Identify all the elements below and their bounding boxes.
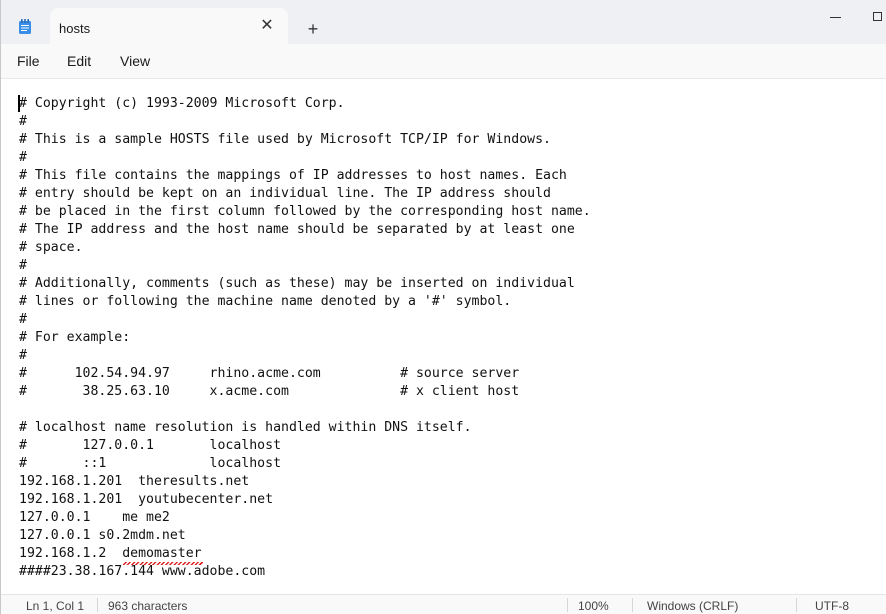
cursor-position: Ln 1, Col 1 bbox=[26, 599, 85, 613]
editor-line: # be placed in the first column followed… bbox=[19, 204, 591, 219]
editor-line: # bbox=[19, 348, 27, 363]
editor-line: # This file contains the mappings of IP … bbox=[19, 168, 567, 183]
editor-line: # ::1 localhost bbox=[19, 456, 282, 471]
editor-line: # entry should be kept on an individual … bbox=[19, 186, 551, 201]
editor-line: # space. bbox=[19, 240, 83, 255]
menu-edit[interactable]: Edit bbox=[67, 53, 91, 69]
notepad-icon bbox=[19, 19, 31, 34]
tab-title: hosts bbox=[59, 21, 91, 36]
editor-line: # lines or following the machine name de… bbox=[19, 294, 512, 309]
zoom-level[interactable]: 100% bbox=[578, 599, 609, 613]
editor-line: # Additionally, comments (such as these)… bbox=[19, 276, 575, 291]
spell-error-underline bbox=[123, 562, 203, 565]
encoding[interactable]: UTF-8 bbox=[815, 599, 849, 613]
editor-line: # bbox=[19, 258, 27, 273]
notepad-window: hosts ✕ + File Edit View # Copyright (c)… bbox=[0, 0, 886, 614]
status-divider bbox=[796, 598, 797, 612]
text-editor[interactable]: # Copyright (c) 1993-2009 Microsoft Corp… bbox=[1, 79, 886, 593]
line-ending[interactable]: Windows (CRLF) bbox=[647, 599, 738, 613]
menu-bar: File Edit View bbox=[1, 44, 886, 79]
maximize-icon[interactable] bbox=[873, 12, 882, 21]
editor-line: # 102.54.94.97 rhino.acme.com # source s… bbox=[19, 366, 520, 381]
editor-line: # bbox=[19, 150, 27, 165]
editor-line: # For example: bbox=[19, 330, 131, 345]
editor-line: # The IP address and the host name shoul… bbox=[19, 222, 575, 237]
editor-line: 127.0.0.1 me me2 bbox=[19, 510, 170, 525]
status-divider bbox=[97, 598, 98, 612]
status-bar: Ln 1, Col 1 963 characters 100% Windows … bbox=[1, 594, 886, 614]
close-icon[interactable]: ✕ bbox=[259, 18, 275, 34]
menu-view[interactable]: View bbox=[120, 53, 150, 69]
editor-line: # bbox=[19, 312, 27, 327]
minimize-icon[interactable] bbox=[830, 17, 841, 18]
text-caret bbox=[18, 95, 20, 112]
editor-line: # 38.25.63.10 x.acme.com # x client host bbox=[19, 384, 520, 399]
editor-line: 192.168.1.201 youtubecenter.net bbox=[19, 492, 274, 507]
editor-line: # This is a sample HOSTS file used by Mi… bbox=[19, 132, 551, 147]
editor-line: 192.168.1.2 demomaster bbox=[19, 546, 202, 561]
character-count: 963 characters bbox=[108, 599, 188, 613]
editor-line: # bbox=[19, 114, 27, 129]
menu-file[interactable]: File bbox=[17, 53, 40, 69]
editor-line: ####23.38.167.144 www.adobe.com bbox=[19, 564, 266, 579]
editor-line: # localhost name resolution is handled w… bbox=[19, 420, 472, 435]
status-divider bbox=[632, 598, 633, 612]
tab-hosts[interactable]: hosts ✕ bbox=[50, 8, 288, 44]
editor-line: # Copyright (c) 1993-2009 Microsoft Corp… bbox=[19, 96, 345, 111]
status-divider bbox=[567, 598, 568, 612]
editor-line: # 127.0.0.1 localhost bbox=[19, 438, 282, 453]
new-tab-button[interactable]: + bbox=[304, 19, 322, 39]
editor-line: 127.0.0.1 s0.2mdm.net bbox=[19, 528, 186, 543]
editor-line: 192.168.1.201 theresults.net bbox=[19, 474, 250, 489]
title-bar: hosts ✕ + bbox=[1, 0, 886, 44]
